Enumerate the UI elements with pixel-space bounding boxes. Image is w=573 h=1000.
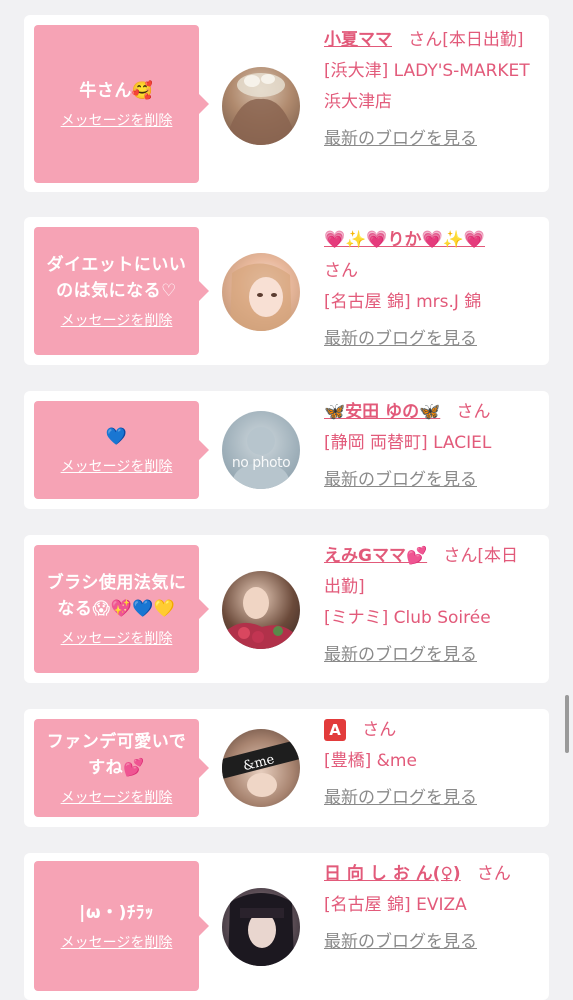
- shop-name: [豊橋] &me: [324, 751, 417, 771]
- member-name-link[interactable]: えみGママ💕: [324, 546, 427, 566]
- list-item: |ω・)ﾁﾗｯ メッセージを削除 日 向 し お ん(♀) さん [名古屋 錦]…: [24, 853, 549, 1000]
- member-info: 💗✨💗りか💗✨💗 さん [名古屋 錦] mrs.J 錦 最新のブログを見る: [324, 225, 534, 355]
- member-info: 🦋安田 ゆの🦋 さん [静岡 両替町] LACIEL 最新のブログを見る: [324, 397, 534, 496]
- delete-message-link[interactable]: メッセージを削除: [61, 112, 173, 130]
- message-bubble: 牛さん🥰 メッセージを削除: [34, 25, 209, 183]
- delete-message-link[interactable]: メッセージを削除: [61, 312, 173, 330]
- member-status: さん: [362, 720, 397, 740]
- member-info: えみGママ💕 さん[本日出勤] [ミナミ] Club Soirée 最新のブログ…: [324, 541, 534, 671]
- member-name-link[interactable]: 💗✨💗りか💗✨💗: [324, 230, 485, 250]
- avatar[interactable]: [222, 67, 300, 145]
- list-item: ファンデ可愛いですね💕 メッセージを削除 &me A さん [豊橋] &me 最…: [24, 709, 549, 827]
- delete-message-link[interactable]: メッセージを削除: [61, 458, 173, 476]
- delete-message-link[interactable]: メッセージを削除: [61, 789, 173, 807]
- message-bubble: |ω・)ﾁﾗｯ メッセージを削除: [34, 861, 209, 991]
- avatar-image: [228, 893, 294, 966]
- message-text: ファンデ可愛いですね💕: [46, 732, 187, 778]
- member-name-link[interactable]: 🦋安田 ゆの🦋: [324, 402, 440, 422]
- scrollbar[interactable]: [565, 695, 569, 753]
- delete-message-link[interactable]: メッセージを削除: [61, 630, 173, 648]
- message-list: 牛さん🥰 メッセージを削除 小夏ママ さん[本日出勤] [浜大津] LADY'S…: [0, 0, 573, 1000]
- message-bubble: ファンデ可愛いですね💕 メッセージを削除: [34, 719, 209, 817]
- latest-blog-link[interactable]: 最新のブログを見る: [324, 465, 534, 496]
- shop-name: [ミナミ] Club Soirée: [324, 608, 491, 628]
- member-name-link[interactable]: 日 向 し お ん(♀): [324, 864, 461, 884]
- latest-blog-link[interactable]: 最新のブログを見る: [324, 783, 534, 814]
- message-text: 💙: [105, 427, 128, 447]
- member-name-link[interactable]: 小夏ママ: [324, 30, 392, 50]
- message-bubble: ブラシ使用法気になる😱💖💙💛 メッセージを削除: [34, 545, 209, 673]
- message-bubble: 💙 メッセージを削除: [34, 401, 209, 499]
- member-info: 小夏ママ さん[本日出勤] [浜大津] LADY'S-MARKET 浜大津店 最…: [324, 25, 534, 155]
- member-status: さん: [324, 261, 358, 281]
- delete-message-link[interactable]: メッセージを削除: [61, 934, 173, 952]
- avatar[interactable]: [222, 253, 300, 331]
- avatar-image: [226, 587, 296, 649]
- latest-blog-link[interactable]: 最新のブログを見る: [324, 927, 534, 958]
- message-text: 牛さん🥰: [79, 81, 154, 101]
- list-item: 💙 メッセージを削除 no photo 🦋安田 ゆの🦋 さん [静岡 両替町] …: [24, 391, 549, 509]
- member-status: さん: [476, 864, 511, 884]
- avatar[interactable]: no photo: [222, 411, 300, 489]
- message-text: ブラシ使用法気になる😱💖💙💛: [46, 573, 187, 619]
- list-item: 牛さん🥰 メッセージを削除 小夏ママ さん[本日出勤] [浜大津] LADY'S…: [24, 15, 549, 192]
- avatar[interactable]: [222, 571, 300, 649]
- member-name-link[interactable]: A: [324, 719, 346, 741]
- avatar-image: [230, 263, 292, 331]
- list-item: ブラシ使用法気になる😱💖💙💛 メッセージを削除 えみGママ💕 さん[本日出勤] …: [24, 535, 549, 683]
- avatar-image: &me: [222, 739, 300, 797]
- shop-name: [浜大津] LADY'S-MARKET 浜大津店: [324, 61, 530, 112]
- avatar-image: [230, 73, 292, 145]
- member-status: さん[本日出勤]: [408, 30, 524, 50]
- shop-name: [静岡 両替町] LACIEL: [324, 433, 492, 453]
- avatar-image: [233, 427, 289, 489]
- shop-name: [名古屋 錦] mrs.J 錦: [324, 292, 482, 312]
- no-photo-label: no photo: [231, 455, 291, 471]
- latest-blog-link[interactable]: 最新のブログを見る: [324, 124, 534, 155]
- shop-name: [名古屋 錦] EVIZA: [324, 895, 467, 915]
- latest-blog-link[interactable]: 最新のブログを見る: [324, 324, 534, 355]
- list-item: ダイエットにいいのは気になる♡ メッセージを削除 💗✨💗りか💗✨💗 さん [名古…: [24, 217, 549, 365]
- message-bubble: ダイエットにいいのは気になる♡ メッセージを削除: [34, 227, 209, 355]
- avatar[interactable]: [222, 888, 300, 966]
- member-status: さん: [456, 402, 491, 422]
- member-info: A さん [豊橋] &me 最新のブログを見る: [324, 715, 534, 814]
- message-text: |ω・)ﾁﾗｯ: [79, 903, 154, 923]
- latest-blog-link[interactable]: 最新のブログを見る: [324, 640, 534, 671]
- message-text: ダイエットにいいのは気になる♡: [46, 255, 187, 301]
- member-info: 日 向 し お ん(♀) さん [名古屋 錦] EVIZA 最新のブログを見る: [324, 859, 534, 958]
- avatar[interactable]: &me: [222, 729, 300, 807]
